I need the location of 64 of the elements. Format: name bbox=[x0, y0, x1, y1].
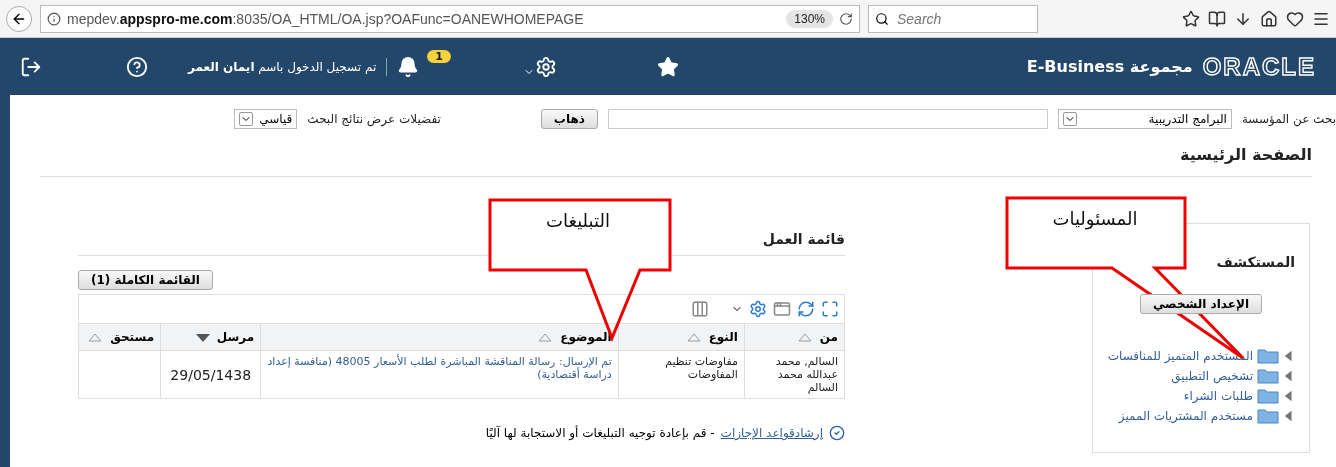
info-icon bbox=[47, 11, 61, 26]
folder-icon bbox=[1257, 348, 1279, 364]
search-field[interactable] bbox=[607, 109, 1048, 129]
column-header[interactable]: النوع bbox=[618, 323, 745, 351]
window-icon[interactable] bbox=[773, 300, 791, 318]
check-icon bbox=[829, 425, 845, 441]
address-bar[interactable]: mepdev.appspro-me.com:8035/OA_HTML/OA.jsp?OAFunc=OANEWHOMEPAGE 130% bbox=[40, 4, 860, 33]
dropdown-value: قياسي bbox=[259, 112, 293, 126]
column-header[interactable]: مستحق bbox=[78, 323, 161, 351]
gear-icon[interactable] bbox=[749, 300, 767, 318]
brand-logo: ORACLE bbox=[1202, 52, 1316, 81]
collapsed-arrow-icon[interactable] bbox=[1283, 349, 1295, 363]
folder-icon bbox=[1257, 368, 1279, 384]
url-text: mepdev.appspro-me.com:8035/OA_HTML/OA.jsp?OAFunc=OANEWHOMEPAGE bbox=[67, 10, 585, 27]
search-icon bbox=[875, 11, 889, 26]
table-cell: 29/05/1438 bbox=[160, 350, 261, 399]
folder-icon bbox=[1257, 388, 1279, 404]
scope-dropdown[interactable]: البرامج التدريبية bbox=[1057, 109, 1232, 129]
tree-link[interactable]: المستخدم المتميز للمنافسات bbox=[1107, 349, 1253, 363]
search-label: بحث عن المؤسسة bbox=[1241, 112, 1336, 126]
book-icon[interactable] bbox=[1208, 9, 1226, 28]
notification-count: 1 bbox=[427, 50, 451, 63]
search-field[interactable]: Search bbox=[868, 4, 1038, 33]
dropdown-value: البرامج التدريبية bbox=[1147, 112, 1227, 126]
favorites-star-icon[interactable] bbox=[656, 55, 679, 78]
tree-link[interactable]: مستخدم المشتريات المميز bbox=[1118, 409, 1253, 423]
collapsed-arrow-icon[interactable] bbox=[1283, 369, 1295, 383]
go-button[interactable]: ذهاب bbox=[540, 109, 598, 129]
preferences-label: تفضيلات عرض نتائج البحث bbox=[307, 112, 441, 126]
table-cell: السالم, محمد عبدالله محمد السالم bbox=[744, 350, 845, 399]
column-header[interactable]: من bbox=[744, 323, 845, 351]
page-title: الصفحة الرئيسية bbox=[1178, 145, 1312, 164]
navigator-title: المستكشف bbox=[1215, 254, 1295, 270]
zoom-level[interactable]: 130% bbox=[786, 9, 833, 28]
tree-link[interactable]: تشخيص التطبيق bbox=[1171, 369, 1253, 383]
product-name: E-Business مجموعة bbox=[1026, 57, 1193, 76]
collapsed-arrow-icon[interactable] bbox=[1283, 389, 1295, 403]
refresh-icon[interactable] bbox=[797, 300, 815, 318]
signed-in-text: تم تسجيل الدخول باسم ايمان العمر bbox=[188, 59, 377, 74]
reload-icon[interactable] bbox=[839, 11, 853, 26]
column-header[interactable]: مرسل bbox=[160, 323, 261, 351]
column-header[interactable]: الموضوع bbox=[260, 323, 619, 351]
logout-icon[interactable] bbox=[20, 55, 42, 78]
tip-text: - قم بإعادة توجيه التبليغات أو الاستجابة لها آليًا bbox=[485, 426, 715, 440]
vacation-rules-link[interactable]: إرشادقواعد الإجازات bbox=[720, 426, 823, 440]
expand-icon[interactable] bbox=[821, 300, 839, 318]
home-icon[interactable] bbox=[1260, 9, 1278, 28]
heart-icon[interactable] bbox=[1286, 9, 1304, 28]
table-cell: مفاوضات تنظيم المفاوضات bbox=[618, 350, 745, 399]
collapsed-arrow-icon[interactable] bbox=[1283, 409, 1295, 423]
columns-icon[interactable] bbox=[691, 300, 709, 318]
tree-link[interactable]: طلبات الشراء bbox=[1183, 389, 1253, 403]
folder-icon bbox=[1257, 408, 1279, 424]
full-list-button[interactable]: القائمة الكاملة (1) bbox=[78, 270, 213, 290]
help-icon[interactable] bbox=[126, 55, 148, 78]
callout-text: التبليغات bbox=[545, 210, 611, 231]
bookmark-star-icon[interactable] bbox=[1182, 9, 1200, 28]
personalize-button[interactable]: الإعداد الشخصي bbox=[1139, 294, 1263, 314]
callout-text: المسئوليات bbox=[1051, 208, 1139, 229]
worklist-title: قائمة العمل bbox=[761, 231, 845, 247]
preferences-dropdown[interactable]: قياسي bbox=[234, 109, 298, 129]
bell-icon[interactable] bbox=[397, 55, 420, 78]
back-button[interactable] bbox=[6, 5, 32, 32]
gear-icon[interactable] bbox=[534, 55, 557, 78]
